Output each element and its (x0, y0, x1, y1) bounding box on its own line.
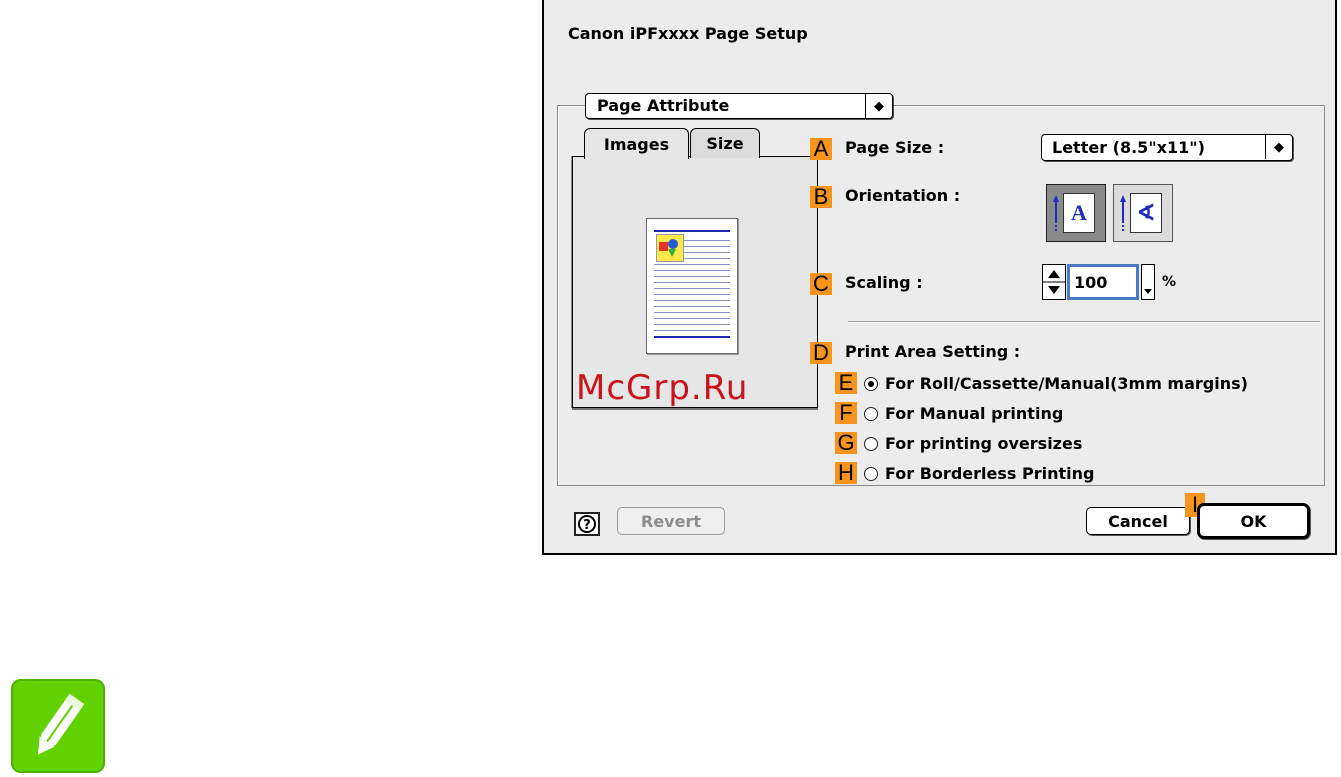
badge-h: H (835, 462, 857, 484)
preview-text-line (654, 230, 730, 232)
preview-image-icon (656, 234, 684, 262)
landscape-page-icon: ∢ (1130, 193, 1162, 233)
orientation-arrow-icon (1120, 195, 1126, 231)
preview-text-line (684, 252, 730, 253)
svg-text:?: ? (583, 518, 591, 533)
preview-text-line (654, 336, 730, 338)
page-size-value: Letter (8.5"x11") (1052, 138, 1205, 157)
print-area-label: Print Area Setting : (845, 342, 1021, 361)
scaling-dropdown[interactable] (1141, 264, 1155, 300)
badge-b: B (810, 186, 832, 208)
orientation-arrow-icon (1053, 195, 1059, 231)
radio-roll-cassette-manual[interactable] (864, 377, 878, 391)
pencil-note-icon (11, 679, 105, 773)
radio-borderless-printing-label[interactable]: For Borderless Printing (885, 464, 1094, 483)
badge-e: E (835, 372, 857, 394)
orientation-label: Orientation : (845, 186, 961, 205)
preview-text-line (654, 312, 730, 313)
scaling-label: Scaling : (845, 273, 923, 292)
badge-c: C (810, 273, 832, 295)
chevron-down-icon (1144, 289, 1152, 294)
preview-text-line (654, 264, 730, 265)
watermark-text: McGrp.Ru (576, 368, 749, 408)
page-size-label: Page Size : (845, 138, 945, 157)
preview-text-line (654, 270, 730, 271)
orientation-portrait-button[interactable]: A (1046, 184, 1106, 242)
badge-d: D (810, 342, 832, 364)
cancel-button-label: Cancel (1108, 511, 1168, 531)
preview-text-line (654, 282, 730, 283)
preview-text-line (654, 276, 730, 277)
tab-size[interactable]: Size (690, 128, 760, 158)
radio-printing-oversizes[interactable] (864, 437, 878, 451)
preview-text-line (654, 318, 730, 319)
preview-text-line (654, 324, 730, 325)
badge-f: F (835, 402, 857, 424)
radio-printing-oversizes-label[interactable]: For printing oversizes (885, 434, 1082, 453)
badge-a: A (810, 138, 832, 160)
badge-g: G (835, 432, 857, 454)
divider (848, 321, 1320, 322)
popup-arrows-icon: ◆ (1265, 135, 1292, 159)
help-button[interactable]: ? (574, 512, 600, 536)
radio-borderless-printing[interactable] (864, 467, 878, 481)
scaling-stepper[interactable] (1042, 264, 1066, 300)
scaling-unit: % (1162, 274, 1177, 290)
radio-manual-printing[interactable] (864, 407, 878, 421)
preview-text-line (684, 258, 730, 259)
preview-text-line (654, 294, 730, 295)
page-preview-thumbnail (646, 218, 738, 354)
tab-images-label: Images (603, 134, 670, 154)
preview-content (654, 226, 730, 346)
tab-images[interactable]: Images (584, 128, 689, 159)
preview-text-line (654, 288, 730, 289)
popup-arrows-icon: ◆ (865, 94, 892, 118)
ok-button[interactable]: OK (1197, 503, 1310, 539)
portrait-page-icon: A (1063, 193, 1095, 233)
dialog-title: Canon iPFxxxx Page Setup (568, 24, 808, 43)
preview-text-line (684, 246, 730, 247)
preview-text-line (654, 306, 730, 307)
scaling-input[interactable] (1067, 264, 1139, 300)
help-icon: ? (578, 515, 596, 533)
orientation-landscape-button[interactable]: ∢ (1113, 184, 1173, 242)
page-attribute-popup-label: Page Attribute (597, 96, 730, 115)
radio-roll-cassette-manual-label[interactable]: For Roll/Cassette/Manual(3mm margins) (885, 374, 1248, 393)
preview-text-line (654, 330, 730, 331)
radio-manual-printing-label[interactable]: For Manual printing (885, 404, 1063, 423)
ok-button-label: OK (1240, 511, 1267, 531)
tab-size-label: Size (706, 134, 744, 153)
revert-button[interactable]: Revert (617, 507, 725, 535)
revert-button-label: Revert (641, 511, 701, 531)
preview-text-line (654, 300, 730, 301)
preview-text-line (684, 240, 730, 241)
cancel-button[interactable]: Cancel (1086, 507, 1190, 535)
stepper-arrows-icon (1043, 270, 1065, 294)
